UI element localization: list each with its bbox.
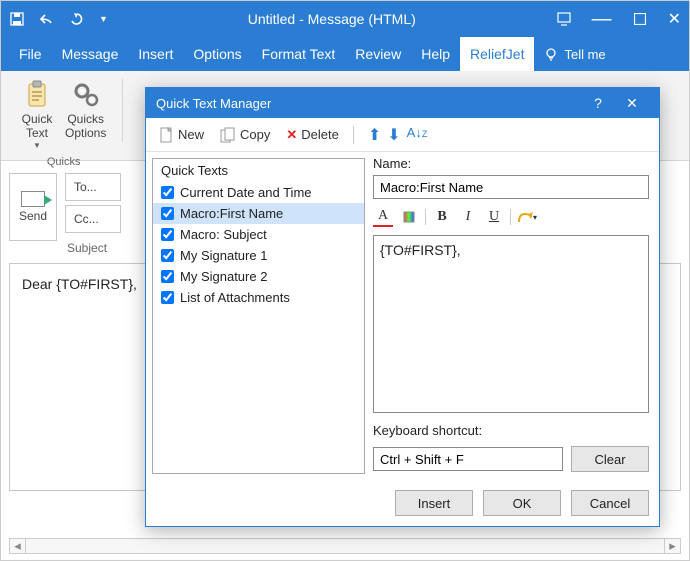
format-separator <box>425 209 426 225</box>
quicks-options-label: Quicks Options <box>65 113 106 141</box>
quicks-options-button[interactable]: Quicks Options <box>61 77 110 154</box>
window-title: Untitled - Message (HTML) <box>108 11 556 27</box>
copy-label: Copy <box>240 127 270 142</box>
quick-text-label: Macro: Subject <box>180 227 267 242</box>
quick-text-checkbox[interactable] <box>161 249 174 262</box>
menu-format-text[interactable]: Format Text <box>252 37 346 71</box>
delete-button[interactable]: ✕ Delete <box>280 124 344 146</box>
menu-reliefjet[interactable]: ReliefJet <box>460 37 534 71</box>
close-icon[interactable]: ✕ <box>668 9 681 29</box>
menu-review[interactable]: Review <box>345 37 411 71</box>
quick-text-checkbox[interactable] <box>161 228 174 241</box>
format-separator <box>510 209 511 225</box>
cc-button[interactable]: Cc... <box>65 205 121 233</box>
quick-text-label: My Signature 2 <box>180 269 267 284</box>
quick-text-button[interactable]: Quick Text ▼ <box>17 77 57 154</box>
dialog-titlebar: Quick Text Manager ? ✕ <box>146 88 659 118</box>
delete-label: Delete <box>301 127 339 142</box>
ok-button[interactable]: OK <box>483 490 561 516</box>
quick-text-label: Current Date and Time <box>180 185 312 200</box>
menu-options[interactable]: Options <box>183 37 251 71</box>
to-button[interactable]: To... <box>65 173 121 201</box>
quick-text-checkbox[interactable] <box>161 291 174 304</box>
quick-text-item[interactable]: Current Date and Time <box>153 182 364 203</box>
quick-text-item[interactable]: My Signature 1 <box>153 245 364 266</box>
copy-button[interactable]: Copy <box>214 124 276 146</box>
send-label: Send <box>19 209 47 223</box>
scroll-left-icon[interactable]: ◂ <box>10 539 26 553</box>
envelope-icon <box>21 191 45 207</box>
clipboard-icon <box>21 79 53 111</box>
scroll-right-icon[interactable]: ▸ <box>664 539 680 553</box>
quick-text-item[interactable]: Macro: Subject <box>153 224 364 245</box>
ribbon-options-icon[interactable] <box>556 11 572 27</box>
menu-message[interactable]: Message <box>52 37 129 71</box>
gears-icon <box>70 79 102 111</box>
qat-dropdown-icon[interactable]: ▼ <box>99 14 108 24</box>
insert-macro-icon[interactable]: ▾ <box>517 207 537 227</box>
quick-text-checkbox[interactable] <box>161 186 174 199</box>
move-down-icon[interactable]: ⬇ <box>387 125 400 145</box>
bulb-icon <box>544 47 558 61</box>
sort-icon[interactable]: A↓Z <box>407 125 428 145</box>
format-bar: A B I U ▾ <box>373 203 649 231</box>
tell-me-label: Tell me <box>564 47 605 62</box>
shortcut-label: Keyboard shortcut: <box>373 423 649 438</box>
undo-icon[interactable] <box>39 11 55 27</box>
menu-insert[interactable]: Insert <box>128 37 183 71</box>
subject-label: Subject <box>65 241 121 255</box>
shortcut-input[interactable] <box>373 447 563 471</box>
quick-text-item[interactable]: My Signature 2 <box>153 266 364 287</box>
toolbar-separator <box>353 126 354 144</box>
delete-icon: ✕ <box>286 127 297 143</box>
tell-me[interactable]: Tell me <box>534 37 615 71</box>
name-input[interactable] <box>373 175 649 199</box>
save-icon[interactable] <box>9 11 25 27</box>
help-icon[interactable]: ? <box>581 95 615 111</box>
quick-text-label: List of Attachments <box>180 290 290 305</box>
ribbon-separator <box>122 79 123 142</box>
copy-icon <box>220 127 236 143</box>
italic-button[interactable]: I <box>458 207 478 227</box>
maximize-icon[interactable] <box>632 11 648 27</box>
new-label: New <box>178 127 204 142</box>
dialog-toolbar: New Copy ✕ Delete ⬆ ⬇ A↓Z <box>146 118 659 152</box>
quick-text-checkbox[interactable] <box>161 207 174 220</box>
window-titlebar: ▼ Untitled - Message (HTML) — ✕ <box>1 1 689 37</box>
quick-text-item[interactable]: List of Attachments <box>153 287 364 308</box>
font-color-icon[interactable]: A <box>373 207 393 227</box>
name-label: Name: <box>373 156 649 171</box>
quick-text-label: Macro:First Name <box>180 206 283 221</box>
cancel-button[interactable]: Cancel <box>571 490 649 516</box>
quick-texts-header: Quick Texts <box>153 159 364 182</box>
quick-text-manager-dialog: Quick Text Manager ? ✕ New Copy ✕ Delete… <box>145 87 660 527</box>
underline-button[interactable]: U <box>484 207 504 227</box>
dialog-close-icon[interactable]: ✕ <box>615 95 649 112</box>
highlight-icon[interactable] <box>399 207 419 227</box>
clear-button[interactable]: Clear <box>571 446 649 472</box>
content-editor[interactable]: {TO#FIRST}, <box>373 235 649 413</box>
quick-text-item[interactable]: Macro:First Name <box>153 203 364 224</box>
menu-help[interactable]: Help <box>411 37 460 71</box>
insert-button[interactable]: Insert <box>395 490 473 516</box>
new-icon <box>160 127 174 143</box>
menu-file[interactable]: File <box>9 37 52 71</box>
quick-text-checkbox[interactable] <box>161 270 174 283</box>
ribbon-group-label: Quicks <box>47 156 81 168</box>
bold-button[interactable]: B <box>432 207 452 227</box>
menu-bar: File Message Insert Options Format Text … <box>1 37 689 71</box>
horizontal-scrollbar[interactable]: ◂ ▸ <box>9 538 681 554</box>
quick-texts-list: Quick Texts Current Date and Time Macro:F… <box>152 158 365 474</box>
dropdown-icon: ▼ <box>33 141 41 150</box>
send-button[interactable]: Send <box>9 173 57 241</box>
quick-text-label: My Signature 1 <box>180 248 267 263</box>
dialog-title: Quick Text Manager <box>156 96 581 111</box>
quick-text-label: Quick Text <box>22 113 53 141</box>
redo-icon[interactable] <box>69 11 85 27</box>
new-button[interactable]: New <box>154 124 210 146</box>
dialog-footer: Insert OK Cancel <box>146 480 659 526</box>
move-up-icon[interactable]: ⬆ <box>368 125 381 145</box>
